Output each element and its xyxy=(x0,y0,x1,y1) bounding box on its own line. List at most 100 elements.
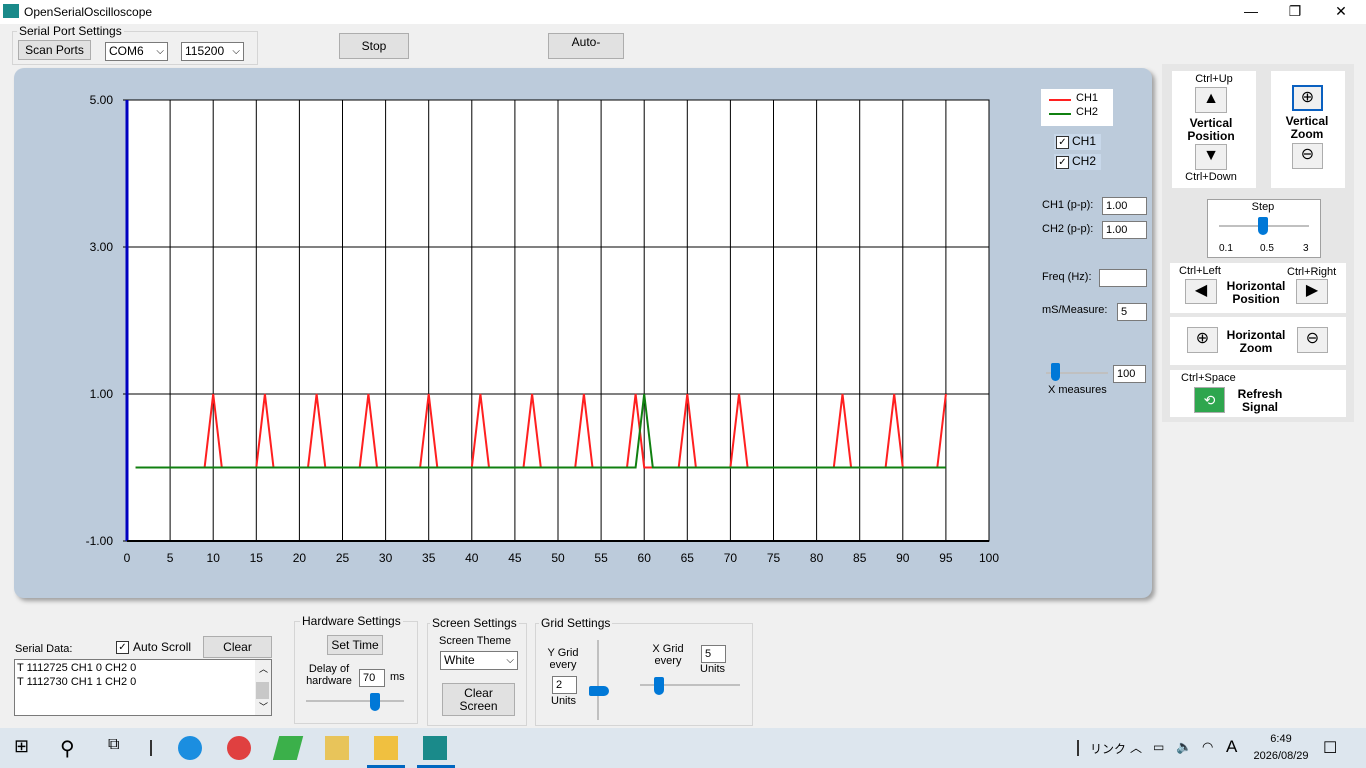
clock-time[interactable]: 6:49 xyxy=(1246,733,1316,745)
x-tick-label: 15 xyxy=(250,551,264,565)
serial-line: T 1112725 CH1 0 CH2 0 xyxy=(17,662,137,674)
y-grid-units: Units xyxy=(551,695,577,707)
step-max-label: 3 xyxy=(1303,243,1309,254)
x-tick-label: 40 xyxy=(465,551,479,565)
screen-theme-label: Screen Theme xyxy=(439,635,511,647)
ctrl-left-hint: Ctrl+Left xyxy=(1179,265,1221,277)
ch1-pp-field: 1.00 xyxy=(1102,197,1147,215)
step-min-label: 0.1 xyxy=(1219,243,1233,254)
delay-label: Delay of hardware xyxy=(306,663,352,687)
x-tick-label: 0 xyxy=(124,551,131,565)
tray-separator xyxy=(1077,740,1079,756)
chrome-icon[interactable] xyxy=(227,736,251,760)
search-icon[interactable]: ⚲ xyxy=(60,736,84,760)
x-measures-slider[interactable] xyxy=(1051,363,1060,381)
vertical-zoom-in-button[interactable]: ⊕ xyxy=(1292,85,1323,111)
horizontal-zoom-in-button[interactable]: ⊕ xyxy=(1187,327,1218,353)
ch2-legend-line xyxy=(1049,113,1071,115)
x-tick-label: 65 xyxy=(681,551,695,565)
ch1-checkbox[interactable]: ✓ CH1 xyxy=(1054,134,1101,150)
x-grid-field[interactable]: 5 xyxy=(701,645,726,663)
link-toolbar[interactable]: リンク xyxy=(1090,740,1126,757)
grid-settings-label: Grid Settings xyxy=(539,616,613,630)
y-grid-label: Y Grid every xyxy=(547,647,579,671)
battery-icon[interactable]: ▭ xyxy=(1153,740,1164,754)
ch1-checkbox-label: CH1 xyxy=(1072,134,1097,148)
file-explorer-icon[interactable] xyxy=(374,736,398,760)
horizontal-left-button[interactable]: ◀ xyxy=(1185,279,1217,304)
delay-slider[interactable] xyxy=(370,693,380,711)
wifi-icon[interactable]: ◠ xyxy=(1202,739,1213,755)
clear-screen-button[interactable]: Clear Screen xyxy=(442,683,515,716)
x-tick-label: 100 xyxy=(979,551,999,565)
vertical-position-label: Vertical Position xyxy=(1187,116,1235,143)
down-arrow-icon: ▼ xyxy=(1203,147,1219,164)
x-tick-label: 35 xyxy=(422,551,436,565)
x-tick-label: 60 xyxy=(638,551,652,565)
x-grid-slider[interactable] xyxy=(654,677,664,695)
ch2-pp-label: CH2 (p-p): xyxy=(1042,223,1094,235)
set-time-button[interactable]: Set Time xyxy=(327,635,383,655)
screen-theme-select[interactable]: White ⌵ xyxy=(440,651,518,670)
y-tick-label: -1.00 xyxy=(86,534,114,548)
scroll-up-icon[interactable]: ︿ xyxy=(259,662,268,675)
x-tick-label: 90 xyxy=(896,551,910,565)
zoom-out-icon: ⊖ xyxy=(1300,146,1315,163)
horizontal-position-label: Horizontal Position xyxy=(1226,279,1286,306)
ctrl-down-hint: Ctrl+Down xyxy=(1185,171,1237,183)
serial-data-log[interactable]: T 1112725 CH1 0 CH2 0 T 1112730 CH1 1 CH… xyxy=(14,659,272,716)
ime-indicator[interactable]: A xyxy=(1226,737,1237,757)
step-slider[interactable] xyxy=(1258,217,1268,235)
x-measures-field[interactable]: 100 xyxy=(1113,365,1146,383)
hardware-settings-label: Hardware Settings xyxy=(300,614,403,628)
auto-scroll-checkbox[interactable]: ✓ Auto Scroll xyxy=(116,640,191,655)
scroll-down-icon[interactable]: ﹀ xyxy=(259,700,268,713)
clear-serial-button[interactable]: Clear xyxy=(203,636,272,658)
clock-date[interactable]: 2026/08/29 xyxy=(1246,750,1316,762)
ms-measure-field[interactable]: 5 xyxy=(1117,303,1147,321)
ch1-legend-label: CH1 xyxy=(1076,92,1099,104)
vertical-zoom-out-button[interactable]: ⊖ xyxy=(1292,143,1323,169)
vertical-up-button[interactable]: ▲ xyxy=(1195,87,1227,113)
ch2-legend-label: CH2 xyxy=(1076,106,1099,118)
refresh-signal-label: Refresh Signal xyxy=(1237,387,1283,414)
chevron-up-icon[interactable]: ︿ xyxy=(1130,739,1142,756)
step-mid-label: 0.5 xyxy=(1260,243,1274,254)
horizontal-right-button[interactable]: ▶ xyxy=(1296,279,1328,304)
ctrl-up-hint: Ctrl+Up xyxy=(1195,73,1233,85)
right-arrow-icon: ▶ xyxy=(1305,282,1319,299)
x-tick-label: 55 xyxy=(594,551,608,565)
x-tick-label: 85 xyxy=(853,551,867,565)
delay-slider-track xyxy=(306,700,404,702)
chart-legend: CH1 CH2 xyxy=(1041,89,1113,126)
ch2-checkbox[interactable]: ✓ CH2 xyxy=(1054,154,1101,170)
vertical-down-button[interactable]: ▼ xyxy=(1195,144,1227,170)
ms-measure-label: mS/Measure: xyxy=(1042,304,1108,316)
y-grid-field[interactable]: 2 xyxy=(552,676,577,694)
step-label: Step xyxy=(1251,201,1275,213)
delay-field[interactable]: 70 xyxy=(359,669,385,687)
x-grid-label: X Grid every xyxy=(652,643,684,667)
zoom-in-icon: ⊕ xyxy=(1300,89,1315,106)
refresh-signal-button[interactable]: ⟲ xyxy=(1194,387,1225,413)
taskbar-separator xyxy=(150,740,152,756)
y-grid-slider[interactable] xyxy=(589,686,609,696)
notification-icon[interactable]: ☐ xyxy=(1323,738,1337,758)
chevron-down-icon: ⌵ xyxy=(506,655,514,666)
windows-start-icon[interactable]: ⊞ xyxy=(14,736,38,760)
oscilloscope-app-icon[interactable] xyxy=(423,736,447,760)
screen-theme-value: White xyxy=(444,653,475,667)
ctrl-right-hint: Ctrl+Right xyxy=(1287,266,1337,278)
volume-icon[interactable]: 🔈 xyxy=(1176,739,1192,755)
horizontal-zoom-out-button[interactable]: ⊖ xyxy=(1297,327,1328,353)
image-viewer-icon[interactable] xyxy=(325,736,349,760)
x-tick-label: 25 xyxy=(336,551,350,565)
vertical-zoom-label: Vertical Zoom xyxy=(1285,114,1329,141)
x-tick-label: 5 xyxy=(167,551,174,565)
x-tick-label: 50 xyxy=(551,551,565,565)
task-view-icon[interactable]: ⧉ xyxy=(108,736,132,760)
x-measures-label: X measures xyxy=(1048,384,1107,396)
edge-icon[interactable] xyxy=(178,736,202,760)
zoom-out-icon: ⊖ xyxy=(1305,330,1320,347)
scroll-thumb[interactable] xyxy=(256,682,269,699)
